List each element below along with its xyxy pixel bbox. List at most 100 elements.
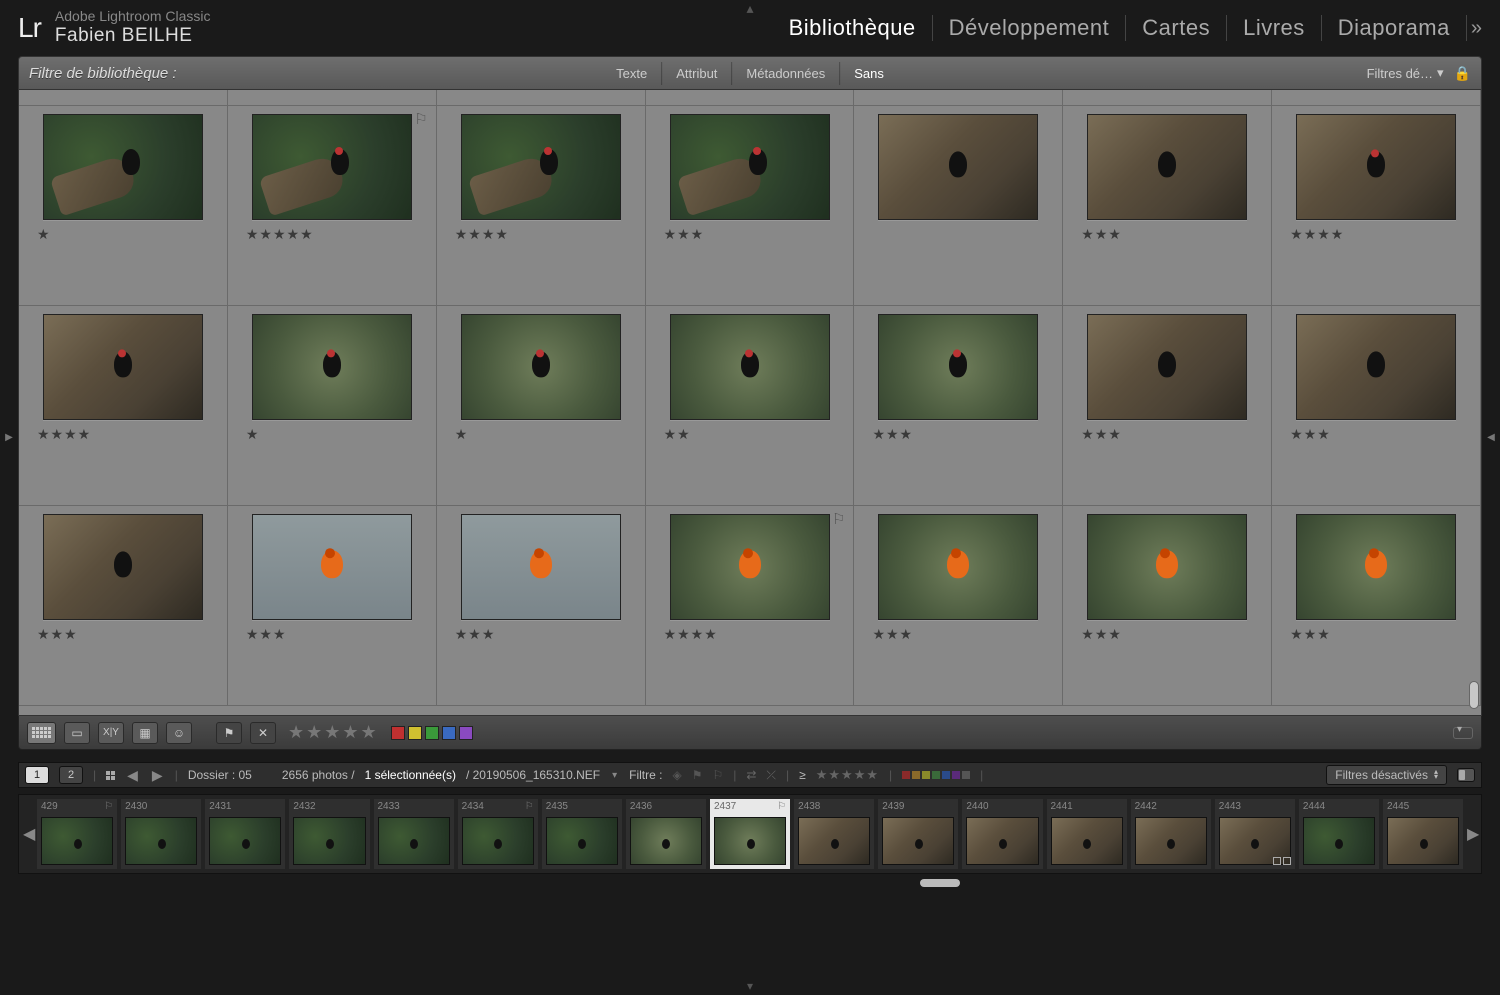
thumbnail-cell[interactable] xyxy=(854,106,1063,305)
filmstrip-cell[interactable]: 2441 xyxy=(1047,799,1127,869)
view-people-button[interactable]: ☺ xyxy=(166,722,192,744)
nav-back-button[interactable]: ◀ xyxy=(125,767,140,784)
filter-edit2-icon[interactable]: ⤫ xyxy=(766,768,776,783)
grid-scrollbar-thumb[interactable] xyxy=(1469,681,1479,709)
expand-bottom-icon[interactable]: ▾ xyxy=(747,979,753,993)
filmstrip-cell[interactable]: 2442 xyxy=(1131,799,1211,869)
filmstrip-cell[interactable]: 2435 xyxy=(542,799,622,869)
module-développement[interactable]: Développement xyxy=(933,15,1127,41)
thumbnail-cell[interactable]: ★ xyxy=(437,306,646,505)
nav-forward-button[interactable]: ▶ xyxy=(150,767,165,784)
thumbnail-cell[interactable]: ★★★ xyxy=(19,506,228,705)
filter-tab-sans[interactable]: Sans xyxy=(839,62,898,85)
view-survey-button[interactable]: ▦ xyxy=(132,722,158,744)
thumbnail-image xyxy=(670,514,830,620)
filter-toggle-switch[interactable] xyxy=(1457,768,1475,782)
flag-pick-button[interactable]: ⚑ xyxy=(216,722,242,744)
filter-rating-stars[interactable]: ★★★★★ xyxy=(816,767,879,783)
filter-flag-rejected-icon[interactable]: ⚐ xyxy=(712,768,723,782)
filmstrip-cell[interactable]: 2436 xyxy=(626,799,706,869)
thumbnail-cell[interactable]: ⚐★★★★ xyxy=(646,506,855,705)
module-more-icon[interactable]: » xyxy=(1467,17,1482,40)
module-bibliothèque[interactable]: Bibliothèque xyxy=(773,15,933,41)
thumbnail-cell[interactable]: ★★★ xyxy=(854,506,1063,705)
thumbnail-cell[interactable]: ★★ xyxy=(646,306,855,505)
identity-plate: Fabien BEILHE xyxy=(55,25,211,48)
lock-icon[interactable]: 🔒 xyxy=(1454,65,1471,82)
view-compare-button[interactable]: X|Y xyxy=(98,722,124,744)
thumbnail-rating: ★★★ xyxy=(234,626,287,643)
main-window-button[interactable]: 1 xyxy=(25,766,49,784)
filmstrip-cell[interactable]: 2431 xyxy=(205,799,285,869)
thumbnail-cell[interactable]: ★★★★ xyxy=(437,106,646,305)
thumbnail-cell[interactable]: ★★★ xyxy=(1272,506,1481,705)
filmstrip-scrollbar[interactable] xyxy=(920,879,960,887)
toolbar-more-toggle[interactable] xyxy=(1453,727,1473,739)
thumbnail-cell[interactable]: ★★★★ xyxy=(1272,106,1481,305)
filmstrip-cell[interactable]: 2439 xyxy=(878,799,958,869)
filmstrip-cell[interactable]: 2434⚐ xyxy=(458,799,538,869)
filmstrip-grid-icon[interactable] xyxy=(106,771,115,780)
filter-flag-any-icon[interactable]: ◈ xyxy=(672,768,681,782)
filmstrip-cell[interactable]: 2437 ⚐ xyxy=(710,799,790,869)
filmstrip-cell[interactable]: 2444 xyxy=(1299,799,1379,869)
filter-preset-label: Filtres dé… xyxy=(1367,66,1433,81)
filter-preset-dropdown-bottom[interactable]: Filtres désactivés ▴▾ xyxy=(1326,765,1447,785)
flag-icon: ⚐ xyxy=(777,801,786,812)
thumbnail-cell[interactable]: ⚐★★★★★ xyxy=(228,106,437,305)
badge-icons xyxy=(1273,857,1291,865)
source-dropdown-icon[interactable]: ▾ xyxy=(610,770,619,781)
filter-preset-dropdown[interactable]: Filtres dé… ▾ xyxy=(1367,65,1444,81)
filmstrip-cell[interactable]: 2445 xyxy=(1383,799,1463,869)
grid-partial-row xyxy=(19,90,1481,106)
thumbnail-cell[interactable]: ★★★ xyxy=(1272,306,1481,505)
filter-tab-texte[interactable]: Texte xyxy=(602,62,661,85)
second-window-button[interactable]: 2 xyxy=(59,766,83,784)
filter-tab-métadonnées[interactable]: Métadonnées xyxy=(731,62,839,85)
color-chip-yellow[interactable] xyxy=(408,726,422,740)
thumbnail-cell[interactable]: ★ xyxy=(228,306,437,505)
rating-setter[interactable]: ★★★★★ xyxy=(284,722,383,743)
module-livres[interactable]: Livres xyxy=(1227,15,1322,41)
thumbnail-cell[interactable]: ★★★ xyxy=(854,306,1063,505)
thumbnail-cell[interactable]: ★★★ xyxy=(1063,506,1272,705)
filmstrip-cell[interactable]: 2432 xyxy=(289,799,369,869)
ge-symbol[interactable]: ≥ xyxy=(799,768,806,782)
app-logo: Lr xyxy=(18,12,41,44)
filter-flag-picked-icon[interactable]: ⚑ xyxy=(692,768,703,782)
module-cartes[interactable]: Cartes xyxy=(1126,15,1227,41)
thumbnail-cell[interactable]: ★★★ xyxy=(228,506,437,705)
view-grid-button[interactable] xyxy=(27,722,56,744)
left-panel-handle[interactable]: ▶ xyxy=(4,420,14,454)
color-chip-red[interactable] xyxy=(391,726,405,740)
filmstrip-cell[interactable]: 2443 xyxy=(1215,799,1295,869)
thumbnail-image xyxy=(43,514,203,620)
filmstrip-scroll-right[interactable]: ▶ xyxy=(1467,824,1477,844)
filmstrip-cell[interactable]: 2438 xyxy=(794,799,874,869)
color-chip-green[interactable] xyxy=(425,726,439,740)
thumbnail-cell[interactable]: ★★★ xyxy=(1063,106,1272,305)
expand-top-icon[interactable]: ▴ xyxy=(746,0,753,17)
right-panel-handle[interactable]: ◀ xyxy=(1486,420,1496,454)
filmstrip-index: 2437 xyxy=(714,801,736,812)
filmstrip-cell[interactable]: 2440 xyxy=(962,799,1042,869)
thumbnail-cell[interactable]: ★★★★ xyxy=(19,306,228,505)
filmstrip-scroll-left[interactable]: ◀ xyxy=(23,824,33,844)
color-chip-purple[interactable] xyxy=(459,726,473,740)
thumbnail-cell[interactable]: ★★★ xyxy=(437,506,646,705)
filter-color-chips[interactable] xyxy=(902,771,970,779)
view-loupe-button[interactable]: ▭ xyxy=(64,722,90,744)
filmstrip-index: 2442 xyxy=(1135,801,1157,812)
thumbnail-cell[interactable]: ★ xyxy=(19,106,228,305)
module-diaporama[interactable]: Diaporama xyxy=(1322,15,1467,41)
filter-tab-attribut[interactable]: Attribut xyxy=(661,62,731,85)
flag-reject-button[interactable]: ✕ xyxy=(250,722,276,744)
color-chip-blue[interactable] xyxy=(442,726,456,740)
filmstrip-cell[interactable]: 429⚐ xyxy=(37,799,117,869)
filter-edit-icon[interactable]: ⇄ xyxy=(746,768,756,782)
filmstrip-cell[interactable]: 2430 xyxy=(121,799,201,869)
thumbnail-cell[interactable]: ★★★ xyxy=(1063,306,1272,505)
thumbnail-image xyxy=(1296,314,1456,420)
filmstrip-cell[interactable]: 2433 xyxy=(374,799,454,869)
thumbnail-cell[interactable]: ★★★ xyxy=(646,106,855,305)
